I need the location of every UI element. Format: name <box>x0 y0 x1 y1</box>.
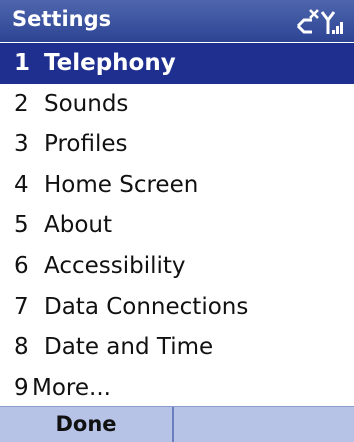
menu-item-label: More... <box>32 374 111 401</box>
menu-item-label: Telephony <box>44 50 176 76</box>
menu-item-more[interactable]: 9 More... <box>0 368 354 409</box>
menu-item-number: 9 <box>14 374 29 401</box>
menu-item-label: Data Connections <box>44 293 249 320</box>
menu-item-home-screen[interactable]: 4 Home Screen <box>0 165 354 206</box>
menu-item-number: 5 <box>14 212 29 239</box>
menu-item-number: 4 <box>14 171 29 198</box>
menu-item-number: 3 <box>14 131 29 158</box>
menu-item-sounds[interactable]: 2 Sounds <box>0 84 354 125</box>
menu-item-profiles[interactable]: 3 Profiles <box>0 124 354 165</box>
signal-strength-icon <box>320 11 343 34</box>
menu-item-label: Sounds <box>44 90 129 117</box>
menu-item-date-and-time[interactable]: 8 Date and Time <box>0 327 354 368</box>
menu-item-accessibility[interactable]: 6 Accessibility <box>0 246 354 287</box>
done-softkey[interactable]: Done <box>0 407 172 442</box>
right-softkey[interactable] <box>174 407 354 442</box>
softkey-bar: Done <box>0 406 354 442</box>
menu-item-about[interactable]: 5 About <box>0 205 354 246</box>
menu-item-label: Date and Time <box>44 334 214 361</box>
menu-item-data-connections[interactable]: 7 Data Connections <box>0 287 354 328</box>
menu-item-label: Home Screen <box>44 171 199 198</box>
menu-item-number: 8 <box>14 334 29 361</box>
menu-item-telephony[interactable]: 1 Telephony <box>0 43 354 84</box>
menu-item-number: 7 <box>14 293 29 320</box>
status-icons <box>296 8 344 36</box>
menu-item-number: 6 <box>14 252 29 279</box>
menu-item-number: 1 <box>14 50 31 76</box>
settings-menu: 1 Telephony 2 Sounds 3 Profiles 4 Home Scree… <box>0 43 354 408</box>
menu-item-number: 2 <box>14 90 29 117</box>
title-bar: Settings <box>0 0 354 42</box>
menu-item-label: Accessibility <box>44 252 186 279</box>
menu-item-label: About <box>44 212 113 239</box>
page-title: Settings <box>12 7 112 31</box>
status-icons-svg <box>296 9 343 34</box>
connection-off-icon <box>296 9 319 34</box>
menu-item-label: Profiles <box>44 131 128 158</box>
